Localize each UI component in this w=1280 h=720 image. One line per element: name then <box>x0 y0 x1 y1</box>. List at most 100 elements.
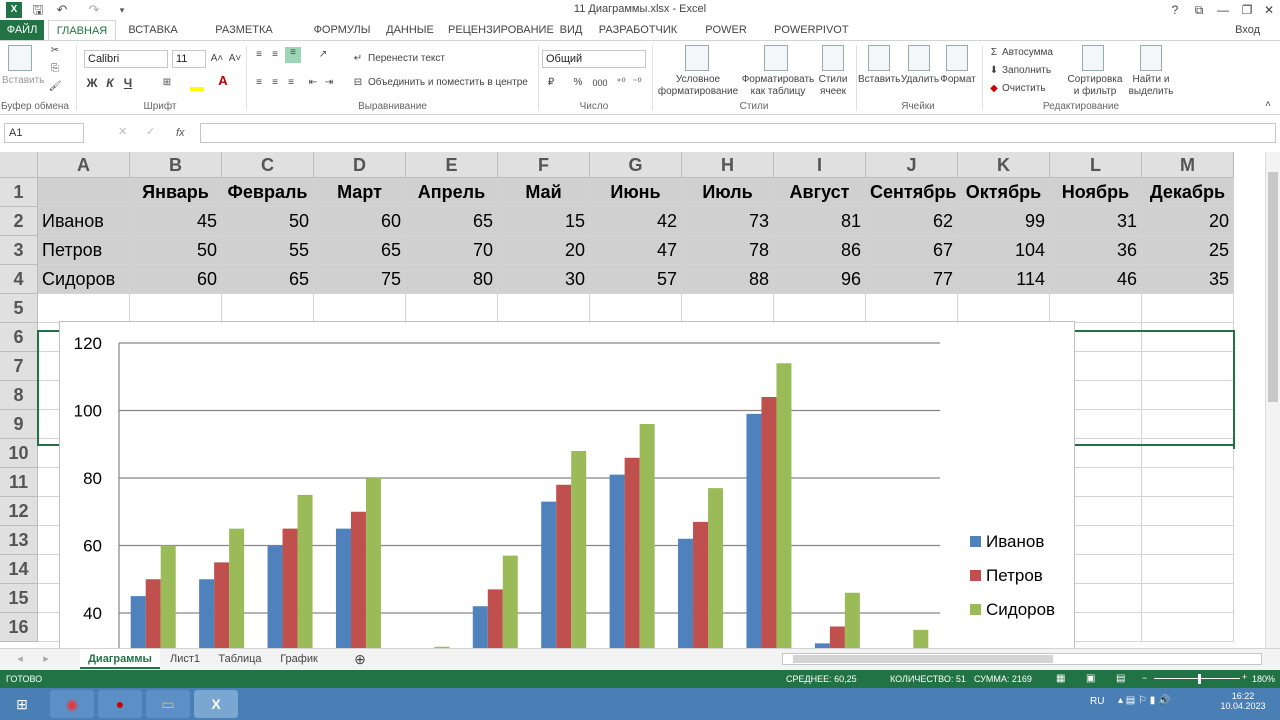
align-middle-icon[interactable]: ≡ <box>268 49 282 61</box>
insert-cells-icon[interactable] <box>868 45 890 71</box>
cell[interactable] <box>1142 381 1234 410</box>
cut-icon[interactable]: ✂ <box>48 45 62 57</box>
clock[interactable]: 16:22 10.04.2023 <box>1218 691 1268 711</box>
cell[interactable] <box>1142 294 1234 323</box>
merge-icon[interactable]: ⊟ <box>352 77 364 89</box>
cell[interactable] <box>406 294 498 323</box>
column-header-a[interactable]: A <box>38 152 130 178</box>
value-cell[interactable]: 15 <box>498 207 590 236</box>
name-box[interactable]: A1 <box>4 123 84 143</box>
value-cell[interactable]: 35 <box>1142 265 1234 294</box>
enter-icon[interactable]: ✓ <box>146 125 155 138</box>
increase-decimal-icon[interactable]: ⁺⁰ <box>614 77 628 89</box>
recorder-icon[interactable]: ● <box>98 690 142 718</box>
collapse-ribbon-icon[interactable]: ˄ <box>1262 99 1274 111</box>
row-header-4[interactable]: 4 <box>0 265 38 294</box>
cell[interactable] <box>866 294 958 323</box>
tab-review[interactable]: РЕЦЕНЗИРОВАНИЕ <box>448 20 554 40</box>
next-sheet-icon[interactable]: ▸ <box>36 649 56 669</box>
format-as-table-icon[interactable] <box>764 45 788 71</box>
row-header-1[interactable]: 1 <box>0 178 38 207</box>
month-header-cell[interactable]: Июнь <box>590 178 682 207</box>
zoom-level[interactable]: 180% <box>1252 674 1275 684</box>
cell[interactable] <box>1142 526 1234 555</box>
column-header-k[interactable]: K <box>958 152 1050 178</box>
fill-icon[interactable]: ⬇ <box>988 65 1000 77</box>
file-explorer-icon[interactable]: ▭ <box>146 690 190 718</box>
cell-styles-button[interactable]: Стили ячеек <box>814 74 852 98</box>
cell[interactable] <box>682 294 774 323</box>
column-header-e[interactable]: E <box>406 152 498 178</box>
name-cell[interactable]: Петров <box>38 236 130 265</box>
sort-filter-icon[interactable] <box>1082 45 1104 71</box>
tab-powerpivot[interactable]: POWERPIVOT <box>774 20 849 40</box>
cell[interactable] <box>1142 468 1234 497</box>
tab-page-layout[interactable]: РАЗМЕТКА СТРАНИЦЫ <box>188 20 300 56</box>
sheet-tab-diagrams[interactable]: Диаграммы <box>80 649 160 669</box>
column-header-m[interactable]: M <box>1142 152 1234 178</box>
tab-power-query[interactable]: POWER QUERY <box>688 20 764 56</box>
zoom-out-icon[interactable]: − <box>1142 673 1147 683</box>
prev-sheet-icon[interactable]: ◂ <box>10 649 30 669</box>
conditional-format-icon[interactable] <box>685 45 709 71</box>
font-size-combo[interactable]: 11 <box>172 50 206 68</box>
cell-styles-icon[interactable] <box>822 45 844 71</box>
cell[interactable] <box>498 294 590 323</box>
thousands-button[interactable]: 000 <box>590 77 610 89</box>
cell[interactable] <box>1142 555 1234 584</box>
column-header-d[interactable]: D <box>314 152 406 178</box>
value-cell[interactable]: 50 <box>222 207 314 236</box>
value-cell[interactable]: 73 <box>682 207 774 236</box>
orientation-icon[interactable]: ↗ <box>316 49 330 61</box>
align-center-icon[interactable]: ≡ <box>268 77 282 89</box>
tab-formulas[interactable]: ФОРМУЛЫ <box>312 20 372 40</box>
zoom-slider-thumb[interactable] <box>1198 674 1201 684</box>
column-header-g[interactable]: G <box>590 152 682 178</box>
fill-handle[interactable] <box>1233 444 1235 449</box>
sheet-tab-graph[interactable]: График <box>274 649 324 669</box>
paste-icon[interactable] <box>8 45 32 71</box>
value-cell[interactable]: 30 <box>498 265 590 294</box>
cell[interactable] <box>222 294 314 323</box>
clear-icon[interactable]: ◆ <box>988 83 1000 95</box>
value-cell[interactable]: 67 <box>866 236 958 265</box>
cell[interactable] <box>1142 410 1234 439</box>
font-color-icon[interactable]: A <box>216 74 230 87</box>
column-header-f[interactable]: F <box>498 152 590 178</box>
cell[interactable] <box>314 294 406 323</box>
value-cell[interactable]: 96 <box>774 265 866 294</box>
value-cell[interactable]: 47 <box>590 236 682 265</box>
row-header-2[interactable]: 2 <box>0 207 38 236</box>
value-cell[interactable]: 88 <box>682 265 774 294</box>
sign-in-link[interactable]: Вход <box>1235 20 1260 40</box>
font-name-combo[interactable]: Calibri <box>84 50 168 68</box>
fill-color-icon[interactable] <box>190 77 204 91</box>
value-cell[interactable]: 60 <box>314 207 406 236</box>
value-cell[interactable]: 65 <box>222 265 314 294</box>
align-left-icon[interactable]: ≡ <box>252 77 266 89</box>
formula-input[interactable] <box>200 123 1276 143</box>
merge-center-button[interactable]: Объединить и поместить в центре <box>368 77 528 89</box>
month-header-cell[interactable]: Сентябрь <box>866 178 958 207</box>
value-cell[interactable]: 62 <box>866 207 958 236</box>
align-top-icon[interactable]: ≡ <box>252 49 266 61</box>
insert-function-button[interactable]: fx <box>176 123 194 143</box>
value-cell[interactable]: 55 <box>222 236 314 265</box>
cell[interactable] <box>1142 439 1234 468</box>
value-cell[interactable]: 45 <box>130 207 222 236</box>
conditional-format-button[interactable]: Условное форматирование <box>656 74 740 98</box>
chrome-icon[interactable]: ◉ <box>50 690 94 718</box>
format-cells-icon[interactable] <box>946 45 968 71</box>
help-icon[interactable]: ? <box>1164 2 1186 18</box>
value-cell[interactable]: 20 <box>1142 207 1234 236</box>
cell[interactable] <box>1142 584 1234 613</box>
row-header-11[interactable]: 11 <box>0 468 38 497</box>
column-header-b[interactable]: B <box>130 152 222 178</box>
value-cell[interactable]: 50 <box>130 236 222 265</box>
column-header-l[interactable]: L <box>1050 152 1142 178</box>
decrease-decimal-icon[interactable]: ⁻⁰ <box>630 77 644 89</box>
close-button[interactable]: ✕ <box>1258 2 1280 18</box>
value-cell[interactable]: 81 <box>774 207 866 236</box>
tab-developer[interactable]: РАЗРАБОТЧИК <box>598 20 678 40</box>
value-cell[interactable]: 36 <box>1050 236 1142 265</box>
